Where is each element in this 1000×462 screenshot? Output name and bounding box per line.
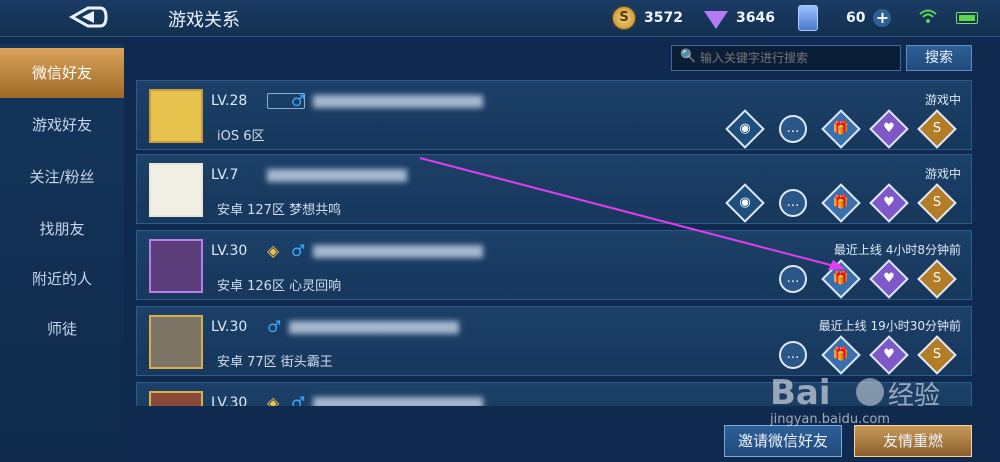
svg-text:经验: 经验 xyxy=(888,381,940,411)
chat-button[interactable]: … xyxy=(773,259,813,299)
intimacy-button[interactable]: ♥ xyxy=(869,109,909,149)
coin-icon: S xyxy=(932,347,942,362)
eye-icon: ◉ xyxy=(739,121,751,136)
friend-server: 安卓 127区 梦想共鸣 xyxy=(217,203,342,218)
svg-text:jingyan.baidu.com: jingyan.baidu.com xyxy=(770,412,890,426)
sidebar-item-wechat-friends[interactable]: 微信好友 xyxy=(0,48,124,98)
friend-avatar xyxy=(149,163,203,217)
gift-button[interactable]: 🎁 xyxy=(821,259,861,299)
search-icon: 🔍 xyxy=(680,49,697,64)
male-icon: ♂ xyxy=(267,317,282,336)
send-gold-button[interactable]: S xyxy=(917,259,957,299)
chat-icon: … xyxy=(786,121,800,136)
gift-button[interactable]: 🎁 xyxy=(821,183,861,223)
send-gold-button[interactable]: S xyxy=(917,183,957,223)
friend-status: 游戏中 xyxy=(924,93,961,107)
diamond-value: 3646 xyxy=(736,10,775,26)
search-button[interactable]: 搜索 xyxy=(906,45,972,71)
wifi-icon xyxy=(919,9,937,23)
friend-level: LV.28 xyxy=(211,93,248,109)
sidebar-item-find-friends[interactable]: 找朋友 xyxy=(0,204,124,254)
friend-avatar xyxy=(149,239,203,293)
rank-badge-icon: ◈ xyxy=(267,241,280,260)
friend-server: iOS 6区 xyxy=(217,129,265,144)
friend-row[interactable]: LV.30 ◈ ♂ 安卓 126区 心灵回响 最近上线 4小时8分钟前 … 🎁 … xyxy=(136,230,972,300)
battery-icon xyxy=(956,12,978,24)
page-title: 游戏关系 xyxy=(168,10,240,31)
friend-server: 安卓 126区 心灵回响 xyxy=(217,279,342,294)
gold-coin-value: 3572 xyxy=(644,10,683,26)
rekindle-friendship-button[interactable]: 友情重燃 xyxy=(854,425,972,457)
friend-avatar xyxy=(149,315,203,369)
coin-icon: S xyxy=(932,271,942,286)
ticket-icon xyxy=(798,5,818,31)
chat-icon: … xyxy=(786,195,800,210)
coin-icon: S xyxy=(932,121,942,136)
friend-avatar xyxy=(149,391,203,406)
coin-icon: S xyxy=(932,195,942,210)
friend-name-blurred xyxy=(313,95,483,108)
friend-level: LV.30 xyxy=(211,395,248,406)
friend-status: 最近上线 19小时30分钟前 xyxy=(818,319,961,333)
spectate-button[interactable]: ◉ xyxy=(725,109,765,149)
invite-wechat-friends-button[interactable]: 邀请微信好友 xyxy=(724,425,842,457)
friend-name-blurred xyxy=(313,245,483,258)
baidu-watermark-logo: Bai 经验 jingyan.baidu.com xyxy=(770,373,940,426)
chat-icon: … xyxy=(786,347,800,362)
heart-icon: ♥ xyxy=(883,271,895,286)
chat-icon: … xyxy=(786,271,800,286)
male-icon: ♂ xyxy=(291,393,306,406)
gift-icon: 🎁 xyxy=(832,347,850,362)
sidebar-item-follow-fans[interactable]: 关注/粉丝 xyxy=(0,152,124,202)
friend-row[interactable]: LV.7 安卓 127区 梦想共鸣 游戏中 ◉ … 🎁 ♥ S xyxy=(136,154,972,224)
friend-row[interactable]: LV.28 ♂ iOS 6区 游戏中 ◉ … 🎁 ♥ S xyxy=(136,80,972,150)
send-gold-button[interactable]: S xyxy=(917,109,957,149)
friend-server: 安卓 77区 街头霸王 xyxy=(217,355,333,370)
friend-status: 最近上线 4小时8分钟前 xyxy=(833,243,961,257)
ticket-balance: 60 + xyxy=(798,5,892,31)
heart-icon: ♥ xyxy=(883,195,895,210)
gold-coin-icon: S xyxy=(612,6,636,30)
svg-text:Bai: Bai xyxy=(770,373,831,413)
gift-icon: 🎁 xyxy=(832,195,850,210)
friend-level: LV.30 xyxy=(211,243,248,259)
rank-badge-icon: ◈ xyxy=(267,393,280,406)
friend-name-blurred xyxy=(267,169,407,182)
chat-button[interactable]: … xyxy=(773,109,813,149)
male-icon: ♂ xyxy=(291,91,306,110)
gift-button[interactable]: 🎁 xyxy=(821,109,861,149)
add-ticket-button[interactable]: + xyxy=(873,9,892,27)
back-arrow-icon xyxy=(68,6,108,28)
gift-icon: 🎁 xyxy=(832,121,850,136)
gift-icon: 🎁 xyxy=(832,271,850,286)
ticket-value: 60 xyxy=(846,10,866,26)
sidebar-item-nearby[interactable]: 附近的人 xyxy=(0,254,124,304)
spectate-button[interactable]: ◉ xyxy=(725,183,765,223)
diamond-icon xyxy=(704,11,728,29)
friend-name-blurred xyxy=(289,321,459,334)
heart-icon: ♥ xyxy=(883,347,895,362)
intimacy-button[interactable]: ♥ xyxy=(869,259,909,299)
sidebar: 微信好友 游戏好友 关注/粉丝 找朋友 附近的人 师徒 xyxy=(0,44,124,462)
friend-level: LV.30 xyxy=(211,319,248,335)
sidebar-item-mentor[interactable]: 师徒 xyxy=(0,304,124,354)
eye-icon: ◉ xyxy=(739,195,751,210)
friend-list[interactable]: LV.28 ♂ iOS 6区 游戏中 ◉ … 🎁 ♥ S LV.7 安卓 127… xyxy=(136,76,972,406)
top-bar: 游戏关系 S 3572 3646 60 + xyxy=(0,0,1000,37)
sidebar-item-game-friends[interactable]: 游戏好友 xyxy=(0,100,124,150)
search-input[interactable] xyxy=(698,48,898,68)
intimacy-button[interactable]: ♥ xyxy=(869,183,909,223)
friend-status: 游戏中 xyxy=(924,167,961,181)
search-box: 🔍 xyxy=(671,45,901,71)
friend-avatar xyxy=(149,89,203,143)
heart-icon: ♥ xyxy=(883,121,895,136)
male-icon: ♂ xyxy=(291,241,306,260)
back-button[interactable] xyxy=(62,4,108,30)
gold-coin-balance: S 3572 xyxy=(612,5,683,31)
diamond-balance: 3646 xyxy=(704,5,775,31)
chat-button[interactable]: … xyxy=(773,183,813,223)
friend-name-blurred xyxy=(313,397,483,406)
friend-level: LV.7 xyxy=(211,167,239,183)
